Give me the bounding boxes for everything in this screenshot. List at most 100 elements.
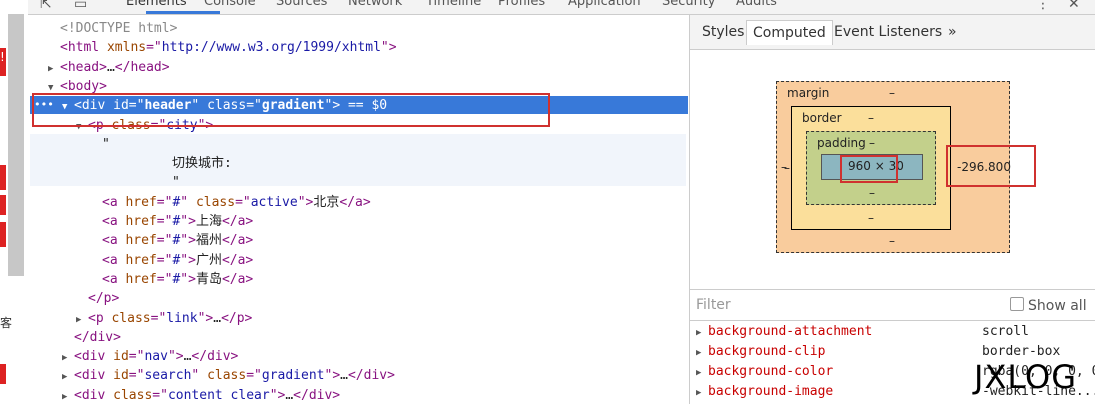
dom-token: class [113,387,153,403]
dom-node-line[interactable]: ▶ <head>…</head> [48,58,170,77]
margin-top-value: – [889,86,895,100]
dom-token: =" [146,40,162,56]
dom-node-line[interactable]: " [160,173,180,192]
show-all-toggle[interactable]: Show all [1010,297,1087,314]
page-red-mark [0,222,6,247]
dom-node-line[interactable]: <a href="#">上海</a> [90,212,253,231]
padding-top-value: – [869,136,875,150]
dom-node-line[interactable]: </div> [62,328,121,347]
dom-token: <a [102,271,126,287]
border-left-value: – [784,161,790,175]
dom-node-line[interactable]: " [90,135,110,154]
expand-triangle-icon[interactable]: ▶ [696,363,708,383]
dom-token: 青岛 [195,271,222,287]
dom-token: id [113,368,129,384]
dom-token: … [340,368,348,384]
page-scrollbar[interactable] [8,14,24,276]
tab-timeline[interactable]: Timeline [426,0,481,9]
expand-triangle-icon[interactable]: ▶ [62,368,74,387]
dom-token: =" [128,368,145,384]
dom-token: =" [235,194,251,210]
tab-computed[interactable]: Computed [746,20,833,45]
dom-token: </div> [347,368,395,384]
dom-token: "> [180,233,196,249]
dom-node-line[interactable]: ▶ <div id="search" class="gradient">…</di… [62,366,395,385]
inspect-cursor-icon[interactable]: ⇱ [40,0,52,12]
computed-property-row[interactable]: ▶ background-clip border-box [696,342,1060,363]
elements-tree: <!DOCTYPE html> <html xmlns="http://www.w… [30,15,688,404]
filter-input[interactable]: Filter [696,297,731,313]
dom-node-line[interactable]: <a href="#">福州</a> [90,231,253,250]
dom-node-line[interactable]: <a href="#" class="active">北京</a> [90,193,371,212]
dom-token: "> [167,349,184,365]
computed-filter-bar: Filter Show all [690,289,1095,321]
dom-token: <p [88,310,112,326]
expand-triangle-icon[interactable]: ▶ [62,388,74,404]
dom-token: </a> [221,214,254,229]
dom-token: 上海 [195,214,222,229]
expand-triangle-icon[interactable]: ▶ [62,349,74,368]
expand-triangle-icon[interactable]: ▶ [48,60,60,79]
tab-profiles[interactable]: Profiles [498,0,545,9]
expand-triangle-icon[interactable]: ▶ [696,343,708,363]
dom-node-line[interactable]: ▶ <div class="content clear">…</div> [62,386,340,404]
tab-security[interactable]: Security [662,0,715,9]
active-tab-indicator [146,11,220,14]
dom-token: href [125,271,157,287]
border-label: border [802,111,842,125]
dom-node-line[interactable]: <!DOCTYPE html> [48,19,177,38]
dom-token: <html [60,40,107,56]
more-vert-icon[interactable]: ⋮ [1036,0,1050,12]
dom-token: 福州 [195,233,222,249]
tab-application[interactable]: Application [568,0,641,9]
dom-token: "> [269,387,286,403]
property-value: scroll [982,324,1029,339]
dom-token: " [191,368,208,384]
property-name: background-clip [708,344,826,359]
tab-elements[interactable]: Elements [126,0,187,9]
margin-label: margin [787,86,830,100]
dom-token: nav [144,349,168,365]
property-name: background-attachment [708,324,873,339]
device-toggle-icon[interactable]: ▭ [74,0,87,12]
computed-property-row[interactable]: ▶ background-color rgba(0, 0, 0, 0) [696,362,1095,383]
dom-node-line[interactable]: ▶ <div id="nav">…</div> [62,347,238,366]
highlight-box-margin-right [946,145,1036,187]
dom-token: href [125,252,157,268]
highlight-box-selected-node [32,93,550,127]
tabs-overflow-icon[interactable]: » [948,24,957,40]
dom-node-line[interactable]: </p> [76,289,119,308]
computed-property-row[interactable]: ▶ background-attachment scroll [696,322,1029,343]
dom-node-line[interactable]: ▶ <p class="link">…</p> [76,309,252,328]
tab-styles[interactable]: Styles [702,24,744,40]
tab-sources[interactable]: Sources [276,0,327,9]
dom-token: <a [102,194,126,210]
expand-triangle-icon[interactable]: ▶ [696,323,708,343]
dom-node-line[interactable]: <html xmlns="http://www.w3.org/1999/xhtm… [48,38,397,57]
border-bottom-value: – [868,211,874,225]
tab-event-listeners[interactable]: Event Listeners [834,24,942,40]
expand-triangle-icon[interactable]: ▶ [696,383,708,403]
tab-network[interactable]: Network [348,0,402,9]
tab-console[interactable]: Console [204,0,256,9]
watermark-logo: JXLOG [974,358,1078,396]
dom-token: </a> [221,233,254,249]
dom-token: =" [152,387,168,403]
dom-token: class [111,310,151,326]
dom-node-line[interactable]: 切换城市: [160,154,232,173]
expand-triangle-icon[interactable]: ▶ [76,311,88,330]
padding-label: padding [817,136,866,150]
dom-node-line[interactable]: <a href="#">青岛</a> [90,270,253,289]
dom-token: </head> [114,59,170,75]
show-all-checkbox[interactable] [1010,297,1024,311]
dom-token: </p> [88,291,120,307]
dom-token: =" [156,194,173,210]
computed-property-row[interactable]: ▶ background-image -webkit-line... [696,382,1095,403]
dom-node-line[interactable]: <a href="#">广州</a> [90,251,253,270]
tab-audits[interactable]: Audits [736,0,777,9]
devtools-toolbar: ⇱ ▭ Elements Console Sources Network Tim… [28,0,1095,15]
highlight-box-content-size [840,155,898,183]
close-icon[interactable]: ✕ [1068,0,1080,12]
dom-token: 广州 [195,252,222,268]
show-all-label: Show all [1028,298,1087,314]
